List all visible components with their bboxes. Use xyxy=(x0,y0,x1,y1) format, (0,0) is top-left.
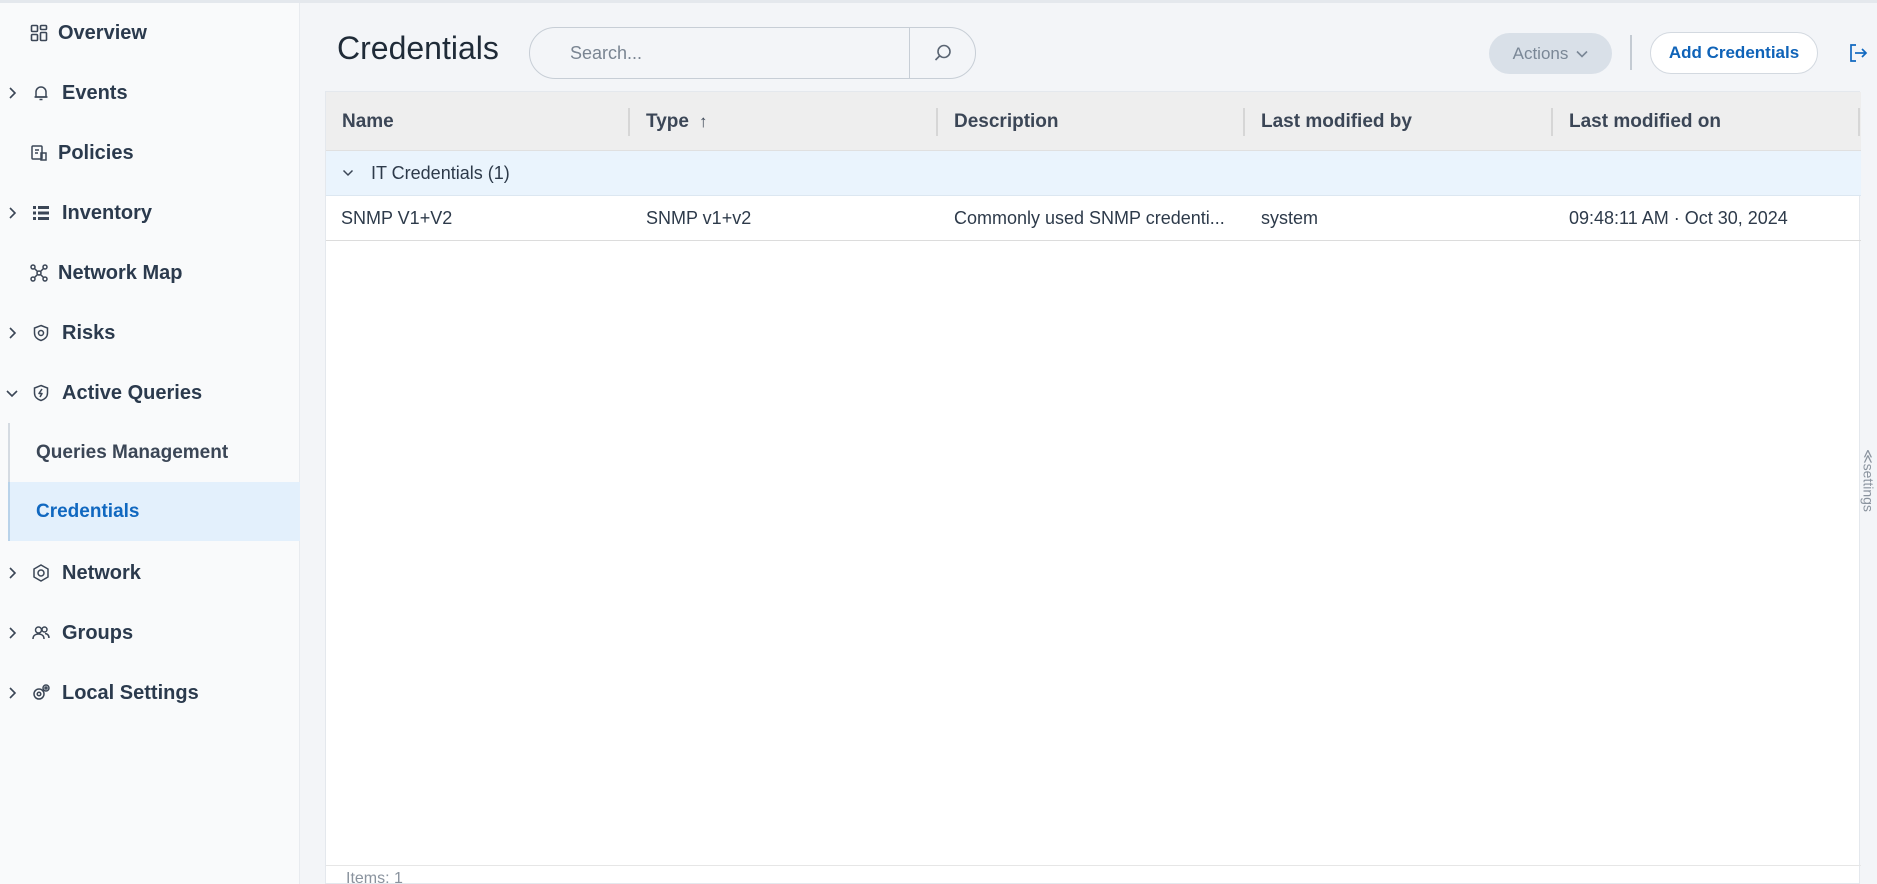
table-row[interactable]: SNMP V1+V2 SNMP v1+v2 Commonly used SNMP… xyxy=(326,196,1861,241)
cell-type: SNMP v1+v2 xyxy=(646,208,752,228)
sidebar-item-label: Events xyxy=(62,81,128,104)
column-header-name[interactable]: Name xyxy=(342,92,394,151)
column-header-last-modified-by[interactable]: Last modified by xyxy=(1261,92,1412,151)
chevron-right-icon[interactable] xyxy=(4,325,20,341)
actions-button[interactable]: Actions xyxy=(1489,33,1612,74)
actions-label: Actions xyxy=(1512,43,1569,63)
sidebar: Overview Events Policies Inventory Netwo… xyxy=(0,3,300,884)
sidebar-item-local-settings[interactable]: Local Settings xyxy=(0,663,300,723)
network-map-icon xyxy=(28,262,50,284)
chevron-right-icon[interactable] xyxy=(4,85,20,101)
header-divider xyxy=(1630,35,1632,70)
search-button[interactable] xyxy=(909,28,975,78)
policies-icon xyxy=(28,142,50,164)
sidebar-item-inventory[interactable]: Inventory xyxy=(0,183,300,243)
sidebar-item-label: Risks xyxy=(62,321,116,344)
sidebar-item-label: Active Queries xyxy=(62,381,203,404)
sidebar-item-label: Local Settings xyxy=(62,681,199,704)
column-resize-handle[interactable] xyxy=(1243,108,1245,136)
sidebar-item-active-queries[interactable]: Active Queries xyxy=(0,363,300,423)
column-resize-handle[interactable] xyxy=(628,108,630,136)
search-icon xyxy=(934,44,951,61)
cell-modified-by: system xyxy=(1261,208,1319,228)
sidebar-subitem-label: Credentials xyxy=(36,500,140,522)
shield-icon xyxy=(30,322,52,344)
gears-icon xyxy=(30,682,52,704)
shield-bolt-icon xyxy=(30,382,52,404)
sidebar-item-label: Inventory xyxy=(62,201,153,224)
cell-description: Commonly used SNMP credenti... xyxy=(954,208,1225,228)
sidebar-item-network-map[interactable]: Network Map xyxy=(0,243,300,303)
cell-modified-on: 09:48:11 AM · Oct 30, 2024 xyxy=(1569,208,1788,228)
chevron-down-icon[interactable] xyxy=(4,385,20,401)
chevron-down-icon xyxy=(1576,50,1588,58)
group-label: IT Credentials (1) xyxy=(371,163,510,184)
sort-ascending-icon: ↑ xyxy=(698,111,708,131)
sidebar-item-label: Network Map xyxy=(58,261,183,284)
table-header: Name Type ↑ Description Last modified by… xyxy=(326,92,1861,151)
column-resize-handle[interactable] xyxy=(936,108,938,136)
sidebar-subitem-queries-management[interactable]: Queries Management xyxy=(8,423,300,482)
items-count: Items: 1 xyxy=(326,865,1861,884)
chevron-right-icon[interactable] xyxy=(4,205,20,221)
chevron-right-icon[interactable] xyxy=(4,565,20,581)
column-resize-handle[interactable] xyxy=(1858,108,1860,136)
logout-button[interactable] xyxy=(1845,40,1871,66)
sidebar-item-events[interactable]: Events xyxy=(0,63,300,123)
sidebar-subitem-credentials[interactable]: Credentials xyxy=(8,482,300,541)
add-credentials-button[interactable]: Add Credentials xyxy=(1650,32,1818,74)
column-header-description[interactable]: Description xyxy=(954,92,1059,151)
column-header-type[interactable]: Type ↑ xyxy=(646,92,707,151)
column-header-type-label: Type xyxy=(646,110,689,132)
chevron-down-icon[interactable] xyxy=(340,165,356,181)
sidebar-item-risks[interactable]: Risks xyxy=(0,303,300,363)
chevron-right-icon[interactable] xyxy=(4,685,20,701)
sidebar-item-label: Network xyxy=(62,561,141,584)
network-gear-icon xyxy=(30,562,52,584)
sidebar-item-label: Overview xyxy=(58,21,147,44)
column-resize-handle[interactable] xyxy=(1551,108,1553,136)
logout-icon xyxy=(1850,44,1868,62)
page-title: Credentials xyxy=(337,30,499,66)
dashboard-icon xyxy=(28,22,50,44)
group-row-it-credentials[interactable]: IT Credentials (1) xyxy=(326,151,1861,196)
sidebar-item-label: Policies xyxy=(58,141,134,164)
users-icon xyxy=(30,622,52,644)
column-header-last-modified-on[interactable]: Last modified on xyxy=(1569,92,1721,151)
sidebar-subitem-label: Queries Management xyxy=(36,441,229,463)
sidebar-item-label: Groups xyxy=(62,621,134,644)
sidebar-item-policies[interactable]: Policies xyxy=(0,123,300,183)
cell-name: SNMP V1+V2 xyxy=(341,208,453,228)
sidebar-item-groups[interactable]: Groups xyxy=(0,603,300,663)
search-box xyxy=(529,27,976,79)
credentials-table: Name Type ↑ Description Last modified by… xyxy=(325,91,1861,884)
group-count: (1) xyxy=(487,162,510,183)
bell-icon xyxy=(30,82,52,104)
list-icon xyxy=(30,202,52,224)
sidebar-item-network[interactable]: Network xyxy=(0,543,300,603)
chevron-right-icon[interactable] xyxy=(4,625,20,641)
group-name: IT Credentials xyxy=(371,162,483,183)
settings-side-tab[interactable]: ≪settings xyxy=(1860,440,1877,520)
search-input[interactable] xyxy=(530,29,910,77)
sidebar-item-overview[interactable]: Overview xyxy=(0,3,300,63)
